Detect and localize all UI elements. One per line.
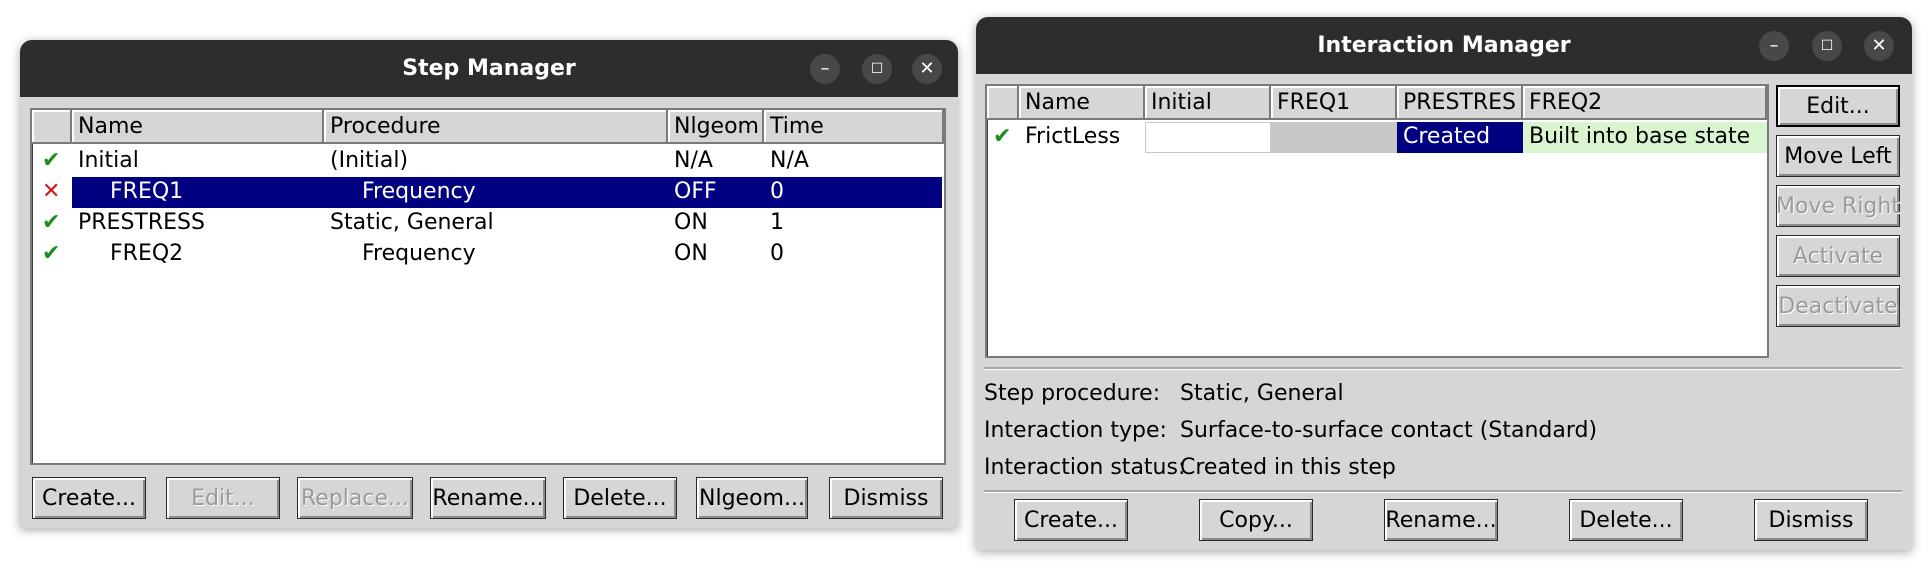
- maximize-icon[interactable]: ☐: [1812, 31, 1842, 61]
- step-table[interactable]: Name Procedure Nlgeom Time ✔ Initial (In…: [30, 108, 946, 465]
- step-nlgeom: ON: [674, 210, 708, 235]
- header-status: [32, 110, 72, 144]
- step-procedure: Frequency: [362, 179, 476, 204]
- step-name: Initial: [78, 148, 139, 173]
- step-nlgeom: N/A: [674, 148, 713, 173]
- check-icon: ✔: [42, 241, 61, 266]
- maximize-icon[interactable]: ☐: [862, 54, 892, 84]
- header-nlgeom[interactable]: Nlgeom: [668, 110, 764, 144]
- table-row-selected[interactable]: ✕ FREQ1 Frequency OFF 0: [32, 177, 944, 208]
- header-initial[interactable]: Initial: [1145, 86, 1271, 120]
- step-procedure-value: Static, General: [1180, 381, 1344, 406]
- cell-freq2-base-state[interactable]: Built into base state: [1523, 122, 1767, 153]
- table-row[interactable]: ✔ Initial (Initial) N/A N/A: [32, 146, 944, 177]
- edit-button[interactable]: Edit...: [1776, 85, 1900, 127]
- header-prestres[interactable]: PRESTRES: [1397, 86, 1523, 120]
- interaction-type-value: Surface-to-surface contact (Standard): [1180, 418, 1598, 443]
- minimize-icon[interactable]: –: [1759, 31, 1789, 61]
- cell-prestress-created[interactable]: Created: [1397, 122, 1523, 153]
- table-row[interactable]: ✔ FrictLess Created Built into base stat…: [987, 122, 1767, 153]
- interaction-status-label: Interaction status:: [984, 455, 1186, 480]
- activate-button[interactable]: Activate: [1776, 235, 1900, 277]
- edit-button[interactable]: Edit...: [166, 477, 280, 519]
- table-row[interactable]: ✔ PRESTRESS Static, General ON 1: [32, 208, 944, 239]
- step-time: 1: [770, 210, 784, 235]
- interaction-status-value: Created in this step: [1180, 455, 1396, 480]
- window-title: Interaction Manager: [1317, 33, 1571, 58]
- header-name[interactable]: Name: [1019, 86, 1145, 120]
- delete-button[interactable]: Delete...: [1569, 499, 1683, 541]
- step-time: 0: [770, 179, 784, 204]
- interaction-manager-window: Interaction Manager – ☐ ✕ Name Initial F…: [976, 17, 1912, 550]
- move-left-button[interactable]: Move Left: [1776, 135, 1900, 177]
- copy-button[interactable]: Copy...: [1199, 499, 1313, 541]
- deactivate-button[interactable]: Deactivate: [1776, 285, 1900, 327]
- window-title: Step Manager: [402, 56, 576, 81]
- header-procedure[interactable]: Procedure: [324, 110, 668, 144]
- step-procedure-label: Step procedure:: [984, 381, 1161, 406]
- step-name: FREQ1: [110, 179, 184, 204]
- step-nlgeom: OFF: [674, 179, 717, 204]
- step-name: PRESTRESS: [78, 210, 205, 235]
- step-time: N/A: [770, 148, 809, 173]
- cell-freq1[interactable]: [1271, 122, 1397, 153]
- table-row[interactable]: ✔ FREQ2 Frequency ON 0: [32, 239, 944, 270]
- header-time[interactable]: Time: [764, 110, 944, 144]
- header-status: [987, 86, 1019, 120]
- step-procedure: Frequency: [362, 241, 476, 266]
- header-name[interactable]: Name: [72, 110, 324, 144]
- minimize-icon[interactable]: –: [810, 54, 840, 84]
- check-icon: ✔: [993, 124, 1012, 149]
- dismiss-button[interactable]: Dismiss: [829, 477, 943, 519]
- step-procedure: (Initial): [330, 148, 409, 173]
- cross-icon: ✕: [42, 179, 61, 204]
- header-freq2[interactable]: FREQ2: [1523, 86, 1767, 120]
- close-icon[interactable]: ✕: [912, 54, 942, 84]
- rename-button[interactable]: Rename...: [430, 477, 546, 519]
- step-procedure: Static, General: [330, 210, 494, 235]
- create-button[interactable]: Create...: [1014, 499, 1128, 541]
- step-manager-window: Step Manager – ☐ ✕ Name Procedure Nlgeom…: [20, 40, 958, 528]
- interaction-table[interactable]: Name Initial FREQ1 PRESTRES FREQ2 ✔ Fric…: [985, 84, 1769, 358]
- check-icon: ✔: [42, 148, 61, 173]
- header-freq1[interactable]: FREQ1: [1271, 86, 1397, 120]
- interaction-type-label: Interaction type:: [984, 418, 1167, 443]
- check-icon: ✔: [42, 210, 61, 235]
- divider: [984, 490, 1902, 493]
- selection-highlight: [72, 177, 942, 208]
- dismiss-button[interactable]: Dismiss: [1754, 499, 1868, 541]
- replace-button[interactable]: Replace...: [297, 477, 413, 519]
- rename-button[interactable]: Rename...: [1384, 499, 1498, 541]
- nlgeom-button[interactable]: Nlgeom...: [696, 477, 808, 519]
- create-button[interactable]: Create...: [32, 477, 146, 519]
- cell-initial[interactable]: [1145, 122, 1271, 153]
- delete-button[interactable]: Delete...: [563, 477, 677, 519]
- step-nlgeom: ON: [674, 241, 708, 266]
- move-right-button[interactable]: Move Right: [1776, 185, 1900, 227]
- divider: [984, 367, 1902, 370]
- step-time: 0: [770, 241, 784, 266]
- interaction-name: FrictLess: [1025, 124, 1121, 149]
- step-name: FREQ2: [110, 241, 184, 266]
- close-icon[interactable]: ✕: [1864, 31, 1894, 61]
